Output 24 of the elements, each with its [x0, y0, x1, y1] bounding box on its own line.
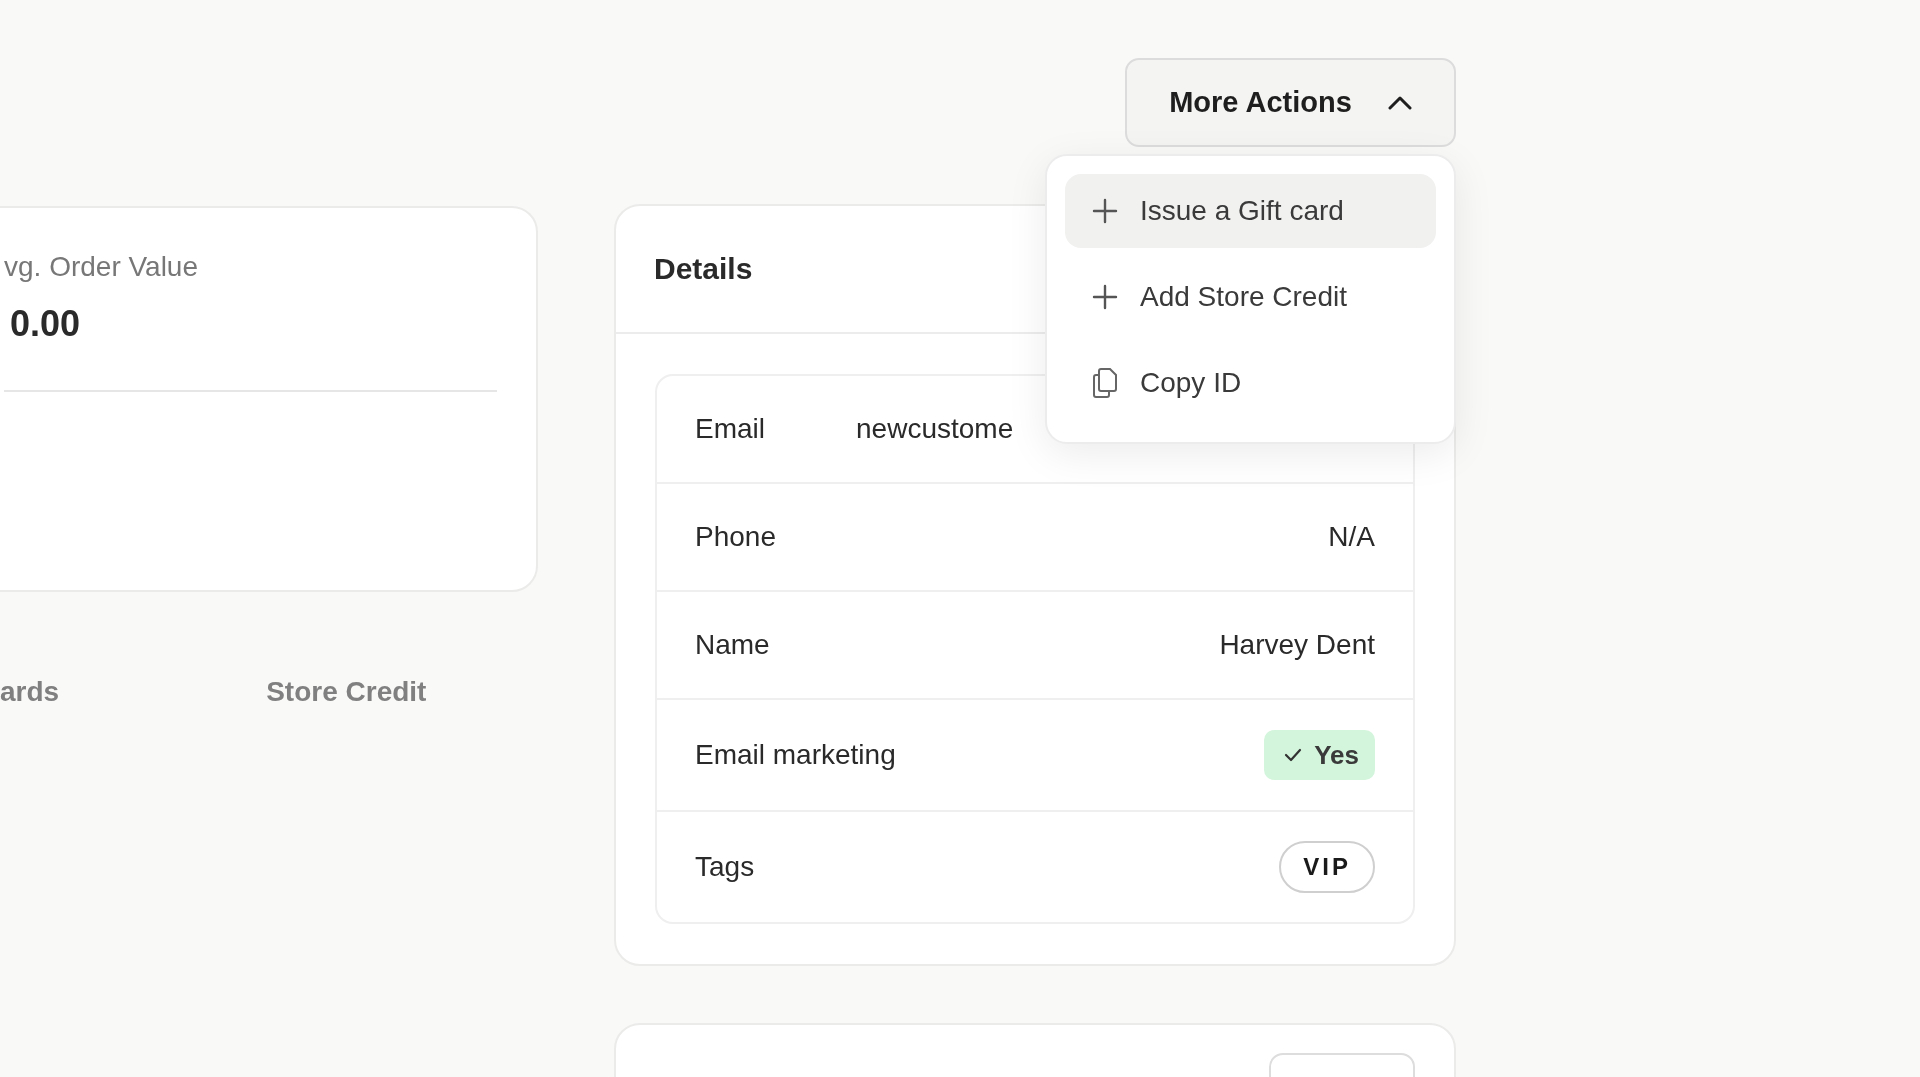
- tab[interactable]: Store Credit: [266, 676, 427, 717]
- field-label: Email: [695, 413, 765, 445]
- tag-pill: VIP: [1279, 841, 1375, 893]
- status-badge: Yes: [1264, 730, 1375, 780]
- field-label: Name: [695, 629, 770, 661]
- stat-label: vg. Order Value: [4, 250, 200, 284]
- menu-item[interactable]: Add Store Credit: [1065, 260, 1436, 334]
- field-value: N/A: [1328, 521, 1375, 553]
- field-value: newcustome: [856, 413, 1014, 445]
- caret-icon: [1387, 95, 1412, 110]
- more-actions-button[interactable]: More Actions: [1125, 58, 1456, 147]
- field-label: Email marketing: [695, 739, 896, 771]
- field-label: Tags: [695, 851, 755, 883]
- field-label: Phone: [695, 521, 776, 553]
- menu-item[interactable]: Copy ID: [1065, 346, 1436, 420]
- card-title: Details: [654, 252, 753, 286]
- plus-icon: [1092, 284, 1118, 310]
- menu-item[interactable]: Issue a Gift card: [1065, 174, 1436, 248]
- check-icon: [1284, 748, 1303, 762]
- copy-icon: [1092, 367, 1118, 399]
- plus-icon: [1092, 198, 1118, 224]
- stat-value: 0.00: [9, 304, 82, 344]
- tab[interactable]: ards: [0, 676, 60, 717]
- field-value: Harvey Dent: [1219, 629, 1375, 661]
